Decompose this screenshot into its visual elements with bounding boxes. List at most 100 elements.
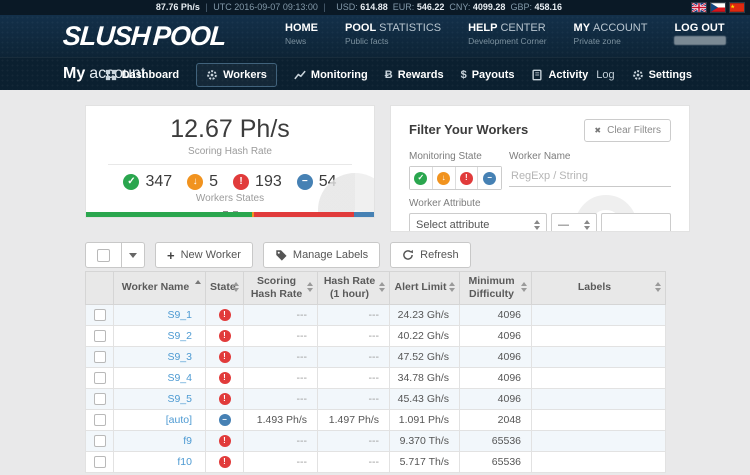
nav-pool-statistics[interactable]: POOLSTATISTICS Public facts [345, 22, 441, 46]
flag-china-icon[interactable] [730, 3, 744, 12]
row-checkbox[interactable] [94, 393, 106, 405]
min-difficulty-cell: 65536 [460, 431, 532, 452]
hashrate-1h-cell: --- [318, 389, 390, 410]
worker-state-icon: − [219, 414, 231, 426]
workers-table: Worker Name State Scoring Hash Rate Hash… [85, 271, 665, 473]
nav-log-out[interactable]: LOG OUT [674, 22, 726, 46]
flag-czech-icon[interactable] [711, 3, 725, 12]
scoring-hashrate-cell: --- [244, 389, 318, 410]
alert-limit-cell: 45.43 Gh/s [390, 389, 460, 410]
flag-uk-icon[interactable] [692, 3, 706, 12]
hashrate-1h-cell: --- [318, 305, 390, 326]
tab-activity-log[interactable]: ActivityLog [531, 64, 614, 86]
hashrate-1h-cell: --- [318, 368, 390, 389]
nav-help-center[interactable]: HELPCENTER Development Corner [468, 22, 546, 46]
col-minimum-difficulty[interactable]: Minimum Difficulty [460, 272, 532, 305]
tab-payouts[interactable]: $ Payouts [461, 64, 515, 86]
worker-row: S9_1 ! --- --- 24.23 Gh/s 4096 [86, 305, 666, 326]
manage-labels-button[interactable]: Manage Labels [263, 242, 380, 268]
row-checkbox[interactable] [94, 372, 106, 384]
state-bar-segment [86, 212, 252, 217]
worker-name-link[interactable]: [auto] [166, 414, 192, 426]
tab-workers[interactable]: Workers [196, 63, 277, 87]
operator-select[interactable]: — [551, 213, 597, 232]
state-icon: ↓ [437, 172, 450, 185]
clear-filters-button[interactable]: ✖ Clear Filters [584, 119, 671, 142]
hashrate-1h-cell: --- [318, 431, 390, 452]
nav-my-account[interactable]: MYACCOUNT Private zone [574, 22, 648, 46]
worker-state-count: !193 [233, 173, 282, 191]
row-checkbox[interactable] [94, 351, 106, 363]
tab-rewards[interactable]: Ƀ Rewards [385, 64, 444, 86]
state-bar-segment [354, 212, 374, 217]
table-header-row: Worker Name State Scoring Hash Rate Hash… [86, 272, 666, 305]
state-filter-button[interactable]: ↓ [433, 167, 456, 189]
worker-name-link[interactable]: S9_2 [167, 330, 192, 342]
hashrate-1h-cell: --- [318, 347, 390, 368]
scoring-hashrate-value: 12.67 Ph/s [86, 115, 374, 144]
worker-state-icon: ! [219, 330, 231, 342]
worker-name-link[interactable]: S9_4 [167, 372, 192, 384]
currency-item: GBP: 458.16 [510, 2, 562, 12]
col-state[interactable]: State [206, 272, 244, 305]
row-checkbox[interactable] [94, 330, 106, 342]
labels-cell [532, 347, 666, 368]
worker-name-link[interactable]: S9_1 [167, 309, 192, 321]
slushpool-logo[interactable]: SLUSH POOL [62, 21, 227, 52]
workers-toolbar: + New Worker Manage Labels Refresh [85, 242, 471, 268]
labels-cell [532, 410, 666, 431]
col-scoring-hashrate[interactable]: Scoring Hash Rate [244, 272, 318, 305]
attribute-value-input[interactable] [601, 213, 671, 232]
select-all-checkbox-button[interactable] [85, 242, 122, 268]
selection-dropdown-button[interactable] [122, 242, 145, 268]
refresh-button[interactable]: Refresh [390, 242, 471, 268]
monitoring-state-filter-group: ✓ ↓!− [409, 166, 502, 190]
tab-dashboard[interactable]: Dashboard [105, 64, 179, 86]
currency-item: USD: 614.88 [336, 2, 388, 12]
row-checkbox[interactable] [94, 414, 106, 426]
worker-name-input[interactable] [509, 166, 671, 187]
tab-settings[interactable]: Settings [632, 64, 692, 86]
tab-monitoring[interactable]: Monitoring [294, 64, 368, 86]
select-all-checkbox[interactable] [97, 249, 110, 262]
scoring-hashrate-card: 12.67 Ph/s Scoring Hash Rate ✓347↓5!193−… [85, 105, 375, 218]
worker-name-link[interactable]: f9 [183, 435, 192, 447]
attribute-select[interactable]: Select attribute [409, 213, 547, 232]
scoring-hashrate-cell: --- [244, 347, 318, 368]
row-checkbox[interactable] [94, 435, 106, 447]
clear-x-icon: ✖ [594, 126, 601, 135]
state-filter-button[interactable]: ! [456, 167, 479, 189]
currency-item: CNY: 4099.28 [449, 2, 505, 12]
worker-name-label: Worker Name [509, 151, 671, 162]
row-checkbox[interactable] [94, 456, 106, 468]
col-worker-name[interactable]: Worker Name [114, 272, 206, 305]
col-alert-limit[interactable]: Alert Limit [390, 272, 460, 305]
labels-cell [532, 368, 666, 389]
username-redacted [674, 36, 726, 45]
scoring-hashrate-cell: --- [244, 368, 318, 389]
sort-icon [655, 282, 661, 292]
worker-state-icon: ! [219, 435, 231, 447]
nav-home[interactable]: HOME News [285, 22, 318, 46]
worker-name-link[interactable]: f10 [177, 456, 192, 468]
worker-name-link[interactable]: S9_3 [167, 351, 192, 363]
col-hashrate-1h[interactable]: Hash Rate (1 hour) [318, 272, 390, 305]
alert-limit-cell: 5.717 Th/s [390, 452, 460, 473]
min-difficulty-cell: 65536 [460, 452, 532, 473]
state-icon: − [483, 172, 496, 185]
row-checkbox[interactable] [94, 309, 106, 321]
new-worker-button[interactable]: + New Worker [155, 242, 253, 268]
plus-icon: + [167, 248, 175, 263]
labels-cell [532, 326, 666, 347]
state-bar-segment [254, 212, 353, 217]
worker-name-link[interactable]: S9_5 [167, 393, 192, 405]
hashrate-1h-cell: --- [318, 452, 390, 473]
state-filter-button[interactable]: ✓ [410, 167, 433, 189]
alert-limit-cell: 34.78 Gh/s [390, 368, 460, 389]
worker-row: f10 ! --- --- 5.717 Th/s 65536 [86, 452, 666, 473]
col-labels[interactable]: Labels [532, 272, 666, 305]
worker-row: S9_4 ! --- --- 34.78 Gh/s 4096 [86, 368, 666, 389]
select-stepper-icon [528, 220, 540, 230]
state-filter-button[interactable]: − [478, 167, 501, 189]
min-difficulty-cell: 4096 [460, 389, 532, 410]
